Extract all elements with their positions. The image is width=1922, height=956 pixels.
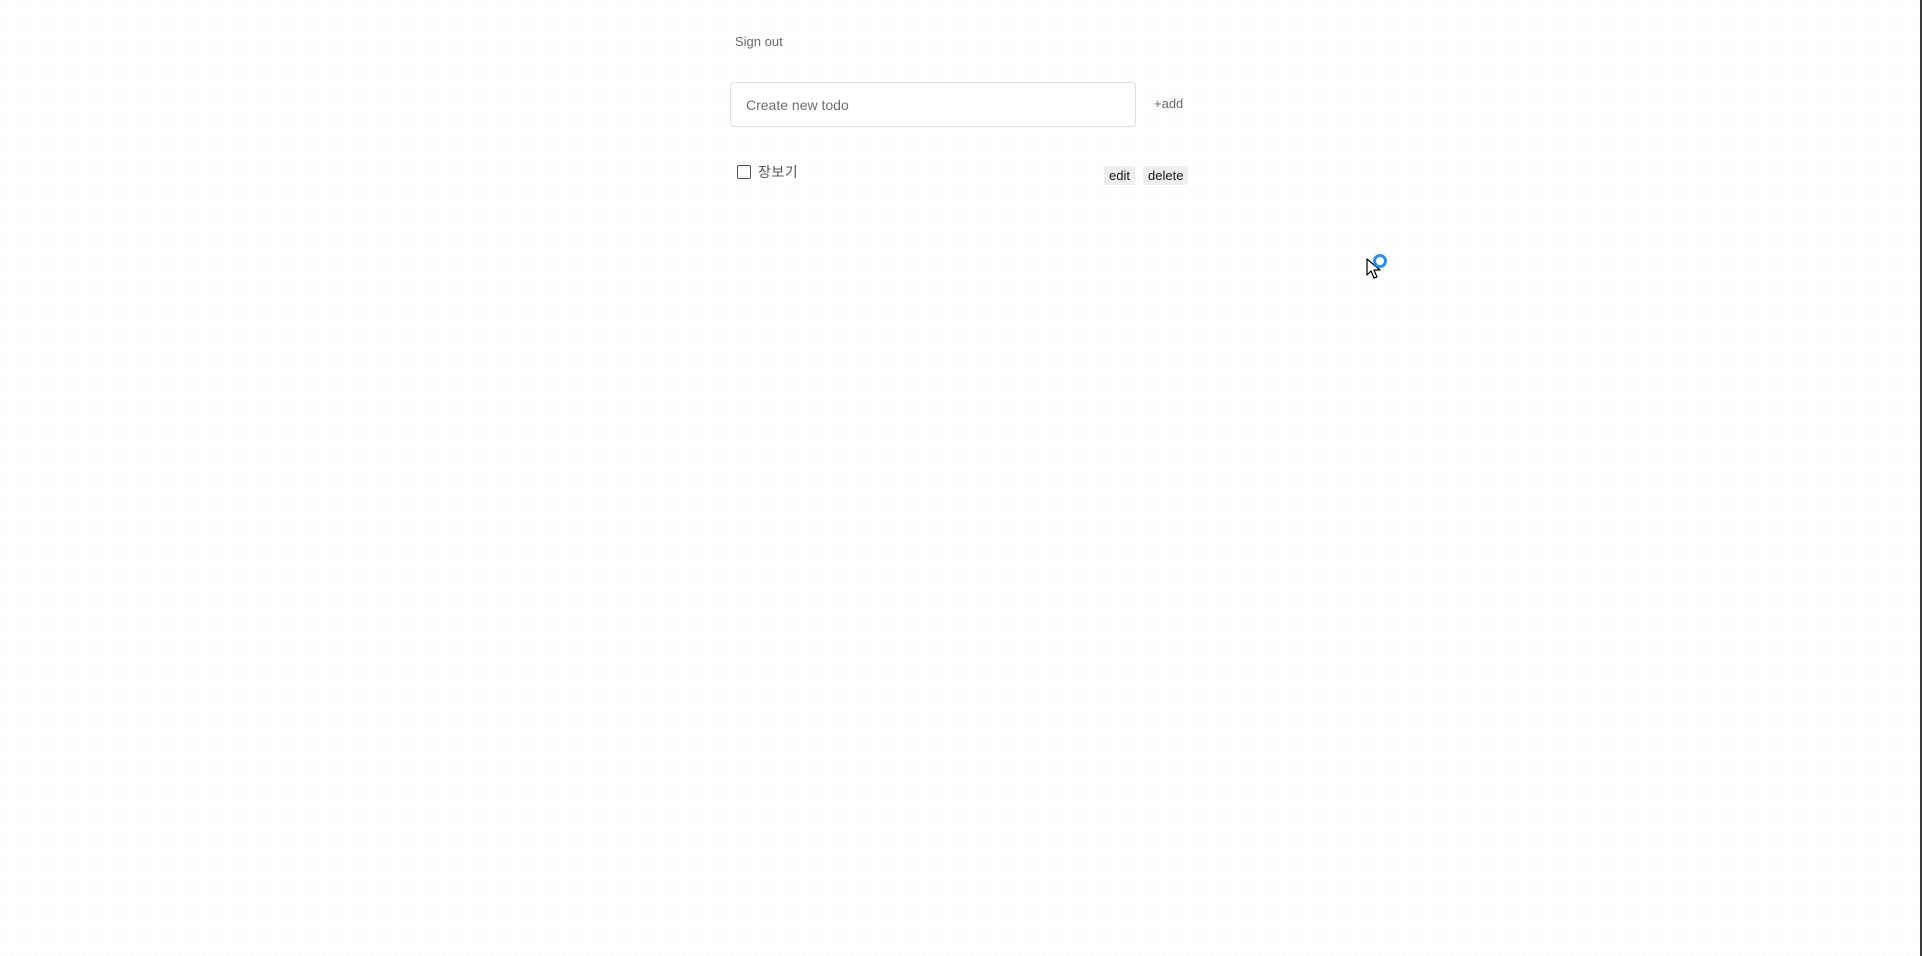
todo-item: 장보기 edit delete (737, 162, 1189, 188)
add-todo-button[interactable]: +add (1154, 96, 1183, 111)
loading-ring-icon (1373, 254, 1387, 268)
todo-item-label[interactable]: 장보기 (737, 162, 798, 182)
new-todo-input[interactable] (730, 82, 1136, 127)
edit-button[interactable]: edit (1104, 166, 1135, 185)
todo-text: 장보기 (758, 165, 799, 181)
todo-checkbox[interactable] (737, 165, 751, 179)
delete-button[interactable]: delete (1143, 166, 1189, 185)
sign-out-button[interactable]: Sign out (735, 34, 783, 49)
